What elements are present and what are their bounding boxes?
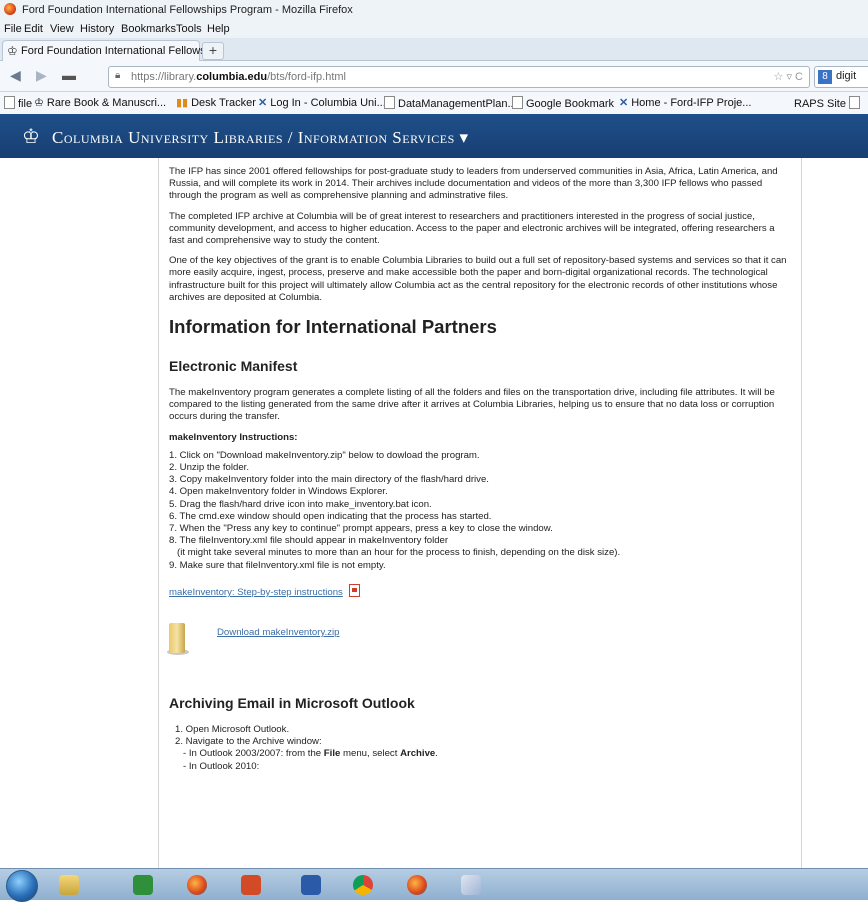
heading-international-partners: Information for International Partners — [169, 316, 497, 338]
article: The IFP has since 2001 offered fellowshi… — [167, 166, 789, 773]
left-gutter — [0, 158, 158, 868]
instructions-list: 1. Click on "Download makeInventory.zip"… — [169, 450, 789, 572]
list-item: 1. Click on "Download makeInventory.zip"… — [169, 449, 480, 461]
menu-tools[interactable]: Tools — [176, 23, 202, 35]
paragraph-makeinventory: The makeInventory program generates a co… — [169, 387, 775, 423]
step-instructions-row: makeInventory: Step-by-step instructions — [169, 583, 789, 599]
search-box[interactable]: 8 digit — [814, 66, 868, 88]
paragraph-grant-objectives: One of the key objectives of the grant i… — [169, 255, 787, 303]
list-item: 4. Open makeInventory folder in Windows … — [169, 486, 388, 498]
x-icon: ✕ — [619, 97, 629, 109]
print-icon[interactable]: ▬ — [62, 67, 76, 83]
zip-file-icon[interactable] — [169, 623, 185, 654]
list-item: 2. Unzip the folder. — [169, 462, 249, 474]
bookmark-star-icon[interactable]: ☆ ▿ C — [774, 70, 803, 83]
url-text: https://library.columbia.edu/bts/ford-if… — [131, 71, 346, 83]
paragraph-archive: The completed IFP archive at Columbia wi… — [169, 210, 775, 247]
search-engine-icon[interactable]: 8 — [818, 70, 832, 84]
menu-edit[interactable]: Edit — [24, 23, 43, 35]
list-item: 3. Copy makeInventory folder into the ma… — [169, 474, 489, 486]
list-item: 9. Make sure that fileInventory.xml file… — [169, 559, 386, 571]
tab-label: Ford Foundation International Fellowshi.… — [21, 45, 224, 57]
pdf-icon[interactable] — [348, 583, 360, 597]
list-item: 6. The cmd.exe window should open indica… — [169, 510, 492, 522]
lock-icon: 🔒︎ — [115, 70, 121, 81]
chrome-icon[interactable] — [344, 872, 382, 898]
list-item: 2. Navigate to the Archive window: — [175, 736, 322, 748]
page-icon — [849, 96, 861, 109]
url-bar[interactable]: 🔒︎ https://library.columbia.edu/bts/ford… — [108, 66, 810, 88]
word-icon[interactable] — [292, 872, 330, 898]
menu-history[interactable]: History — [80, 23, 114, 35]
bookmark-desk-tracker[interactable]: ▮▮ Desk Tracker — [176, 96, 256, 109]
x-icon: ✕ — [258, 97, 268, 109]
page-icon — [4, 96, 15, 109]
powerpoint-icon[interactable] — [232, 872, 270, 898]
list-item: - In Outlook 2010: — [183, 760, 260, 772]
paragraph-ifp-intro: The IFP has since 2001 offered fellowshi… — [169, 166, 778, 202]
firefox-icon — [4, 3, 16, 15]
back-icon[interactable]: ◀ — [10, 67, 21, 84]
page-icon — [384, 96, 395, 109]
bookmark-raps[interactable]: RAPS Site — [794, 96, 863, 110]
menu-file[interactable]: File — [4, 23, 22, 35]
download-row: Download makeInventory.zip — [167, 621, 789, 669]
explorer-icon[interactable] — [50, 872, 88, 898]
page-icon — [512, 96, 523, 109]
list-item: - In Outlook 2003/2007: from the File me… — [183, 748, 438, 760]
download-makeinventory-link[interactable]: Download makeInventory.zip — [217, 627, 339, 639]
bars-icon: ▮▮ — [176, 97, 189, 109]
list-item: 7. When the "Press any key to continue" … — [169, 523, 553, 535]
paint-icon[interactable] — [452, 872, 490, 898]
bookmark-rare-book[interactable]: ♔ Rare Book & Manuscri... — [34, 96, 166, 109]
navigation-bar: ◀ ▶ ▬ 🔒︎ https://library.columbia.edu/bt… — [0, 61, 868, 92]
bookmarks-toolbar: file ♔ Rare Book & Manuscri... ▮▮ Desk Tra… — [0, 92, 868, 115]
start-orb-icon[interactable] — [6, 870, 38, 902]
heading-archiving-email: Archiving Email in Microsoft Outlook — [169, 695, 415, 712]
menu-view[interactable]: View — [50, 23, 74, 35]
site-header: ♔ Columbia University Libraries / Inform… — [0, 114, 868, 158]
window-title: Ford Foundation International Fellowship… — [22, 4, 353, 16]
tab-ford-foundation[interactable]: ♔ Ford Foundation International Fellowsh… — [2, 40, 223, 61]
tab-bar: ♔ Ford Foundation International Fellowsh… — [0, 38, 868, 61]
menu-bookmarks[interactable]: Bookmarks — [121, 23, 176, 35]
crown-icon: ♔ — [22, 126, 40, 148]
forward-icon[interactable]: ▶ — [36, 67, 47, 84]
main-content: The IFP has since 2001 offered fellowshi… — [158, 158, 802, 868]
windows-taskbar — [0, 868, 868, 902]
new-tab-button[interactable]: + — [202, 42, 224, 60]
menu-help[interactable]: Help — [207, 23, 230, 35]
bookmark-file[interactable]: file — [4, 96, 32, 110]
bookmark-columbia-login[interactable]: ✕ Log In - Columbia Uni... — [258, 96, 386, 109]
step-by-step-link[interactable]: makeInventory: Step-by-step instructions — [169, 587, 343, 598]
list-item: 8. The fileInventory.xml file should app… — [169, 535, 449, 547]
crown-icon: ♔ — [34, 97, 44, 109]
firefox-icon[interactable] — [398, 872, 436, 898]
crown-icon: ♔ — [7, 44, 18, 58]
excel-icon[interactable] — [124, 872, 162, 898]
list-item: 5. Drag the flash/hard drive icon into m… — [169, 498, 432, 510]
firefox-icon[interactable] — [178, 872, 216, 898]
bookmark-data-management[interactable]: DataManagementPlan... — [384, 96, 517, 110]
bookmark-google[interactable]: Google Bookmark — [512, 96, 614, 110]
search-text: digit — [836, 70, 857, 82]
list-item: (it might take several minutes to more t… — [169, 547, 621, 559]
outlook-steps: 1. Open Microsoft Outlook. 2. Navigate t… — [169, 724, 789, 773]
bookmark-ford-ifp[interactable]: ✕ Home - Ford-IFP Proje... — [619, 96, 751, 109]
instructions-heading: makeInventory Instructions: — [169, 431, 298, 443]
menu-bar: File Edit View History Bookmarks Tools H… — [0, 20, 868, 38]
window-titlebar: Ford Foundation International Fellowship… — [0, 0, 868, 20]
site-name-menu[interactable]: Columbia University Libraries / Informat… — [52, 128, 469, 148]
heading-electronic-manifest: Electronic Manifest — [169, 358, 298, 375]
list-item: 1. Open Microsoft Outlook. — [175, 724, 290, 736]
